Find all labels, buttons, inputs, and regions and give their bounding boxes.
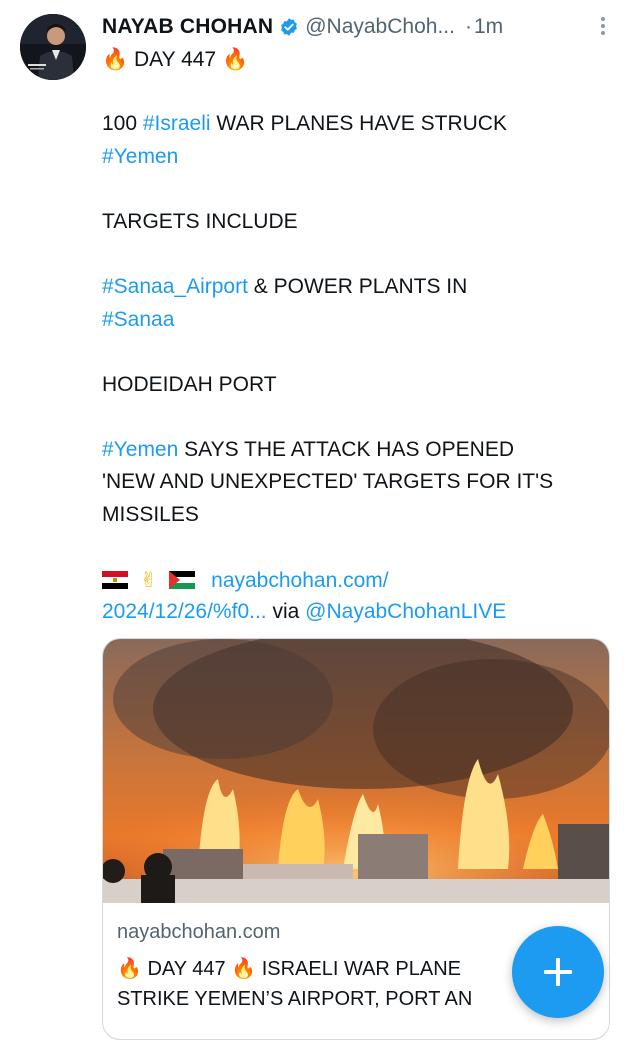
- tweet-line-sanaa-airport: #Sanaa_Airport & POWER PLANTS IN: [102, 272, 467, 302]
- victory-hand-icon: ✌: [139, 568, 158, 592]
- tweet-line-link2: 2024/12/26/%f0... via @NayabChohanLIVE: [102, 597, 506, 627]
- fire-emoji-icon: 🔥: [117, 956, 142, 980]
- verified-badge-icon: [281, 18, 298, 36]
- tweet-header: NAYAB CHOHAN @NayabChoh... · 1m: [102, 12, 608, 42]
- day-label: DAY 447: [134, 48, 217, 71]
- card-title-line1: 🔥 DAY 447 🔥 ISRAELI WAR PLANE: [117, 953, 461, 984]
- author-handle[interactable]: @NayabChoh...: [305, 15, 455, 39]
- via-handle-link[interactable]: @NayabChohanLIVE: [305, 600, 506, 623]
- timestamp[interactable]: 1m: [474, 15, 503, 39]
- tweet-line-new-unexpected: 'NEW AND UNEXPECTED' TARGETS FOR IT'S: [102, 470, 554, 493]
- card-title-day: DAY 447: [141, 958, 232, 980]
- tweet-line-missiles: MISSILES: [102, 503, 199, 526]
- egypt-flag-icon: [102, 571, 128, 589]
- hashtag-yemen-2[interactable]: #Yemen: [102, 438, 178, 461]
- tweet-line-planes: 100 #Israeli WAR PLANES HAVE STRUCK: [102, 109, 507, 139]
- hashtag-yemen[interactable]: #Yemen: [102, 145, 178, 168]
- tweet-line-targets: TARGETS INCLUDE: [102, 210, 298, 233]
- more-options-icon[interactable]: [598, 14, 608, 38]
- hashtag-sanaa[interactable]: #Sanaa: [102, 308, 174, 331]
- card-title-line2: STRIKE YEMEN’S AIRPORT, PORT AN: [117, 988, 473, 1010]
- tweet-line-says: #Yemen SAYS THE ATTACK HAS OPENED: [102, 435, 514, 465]
- tweet-line-hodeidah: HODEIDAH PORT: [102, 373, 277, 396]
- link-url-part1[interactable]: nayabchohan.com/: [211, 569, 388, 592]
- fire-emoji-icon: 🔥: [231, 956, 257, 980]
- tweet-line-sanaa: #Sanaa: [102, 305, 174, 335]
- tweet-line-yemen: #Yemen: [102, 142, 178, 172]
- avatar[interactable]: [20, 14, 86, 80]
- text-100: 100: [102, 112, 143, 135]
- hashtag-sanaa-airport[interactable]: #Sanaa_Airport: [102, 275, 248, 298]
- hashtag-israeli[interactable]: #Israeli: [143, 112, 211, 135]
- text-says: SAYS THE ATTACK HAS OPENED: [178, 438, 514, 461]
- text-warplanes: WAR PLANES HAVE STRUCK: [210, 112, 507, 135]
- separator-dot: ·: [464, 15, 472, 38]
- author-name[interactable]: NAYAB CHOHAN: [102, 15, 273, 39]
- tweet-line-day: 🔥 DAY 447 🔥: [102, 44, 248, 75]
- palestine-flag-icon: [169, 571, 196, 589]
- text-power-plants: & POWER PLANTS IN: [247, 275, 468, 298]
- fire-emoji-icon: 🔥: [221, 47, 249, 71]
- compose-button[interactable]: [512, 926, 604, 1018]
- link-url-part2[interactable]: 2024/12/26/%f0...: [102, 600, 267, 623]
- card-title-rest: ISRAELI WAR PLANE: [256, 958, 462, 980]
- fire-emoji-icon: 🔥: [102, 47, 129, 71]
- text-via: via: [266, 600, 306, 623]
- card-domain: nayabchohan.com: [117, 921, 281, 943]
- avatar-image: [20, 14, 86, 80]
- tweet-line-link: ✌ nayabchohan.com/: [102, 565, 389, 596]
- plus-icon: [544, 958, 572, 986]
- card-image: [103, 639, 609, 903]
